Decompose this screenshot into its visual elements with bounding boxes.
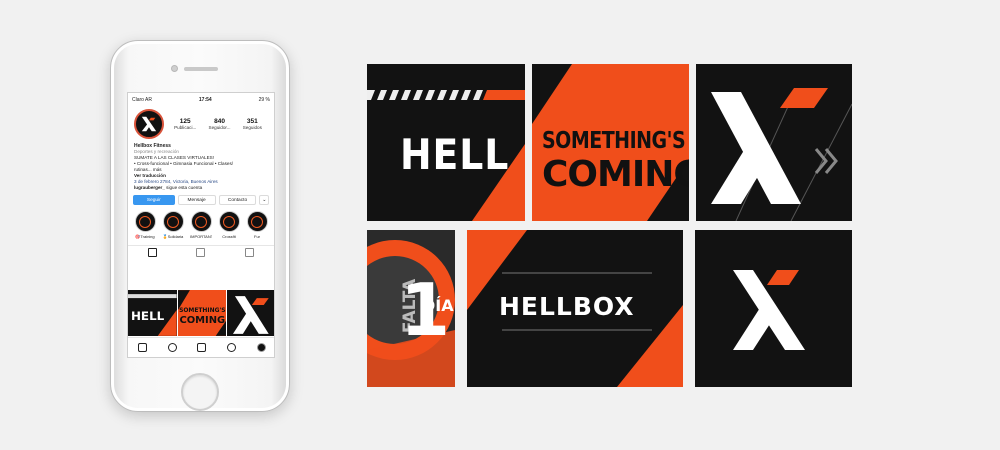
hellbox-x-logo-icon [733,270,805,350]
hell-text: HELL [400,130,510,179]
post-hellbox[interactable]: HELLBOX [467,230,683,387]
stat-label: Publicaci... [174,125,197,130]
highlight-icon [223,215,235,228]
highlight-item[interactable]: 🎯Training [134,211,156,239]
profile-bio: Hellbox Fitness Deportes y recreación SU… [128,140,274,191]
hellbox-x-logo-icon [141,116,157,132]
heart-icon[interactable] [227,343,237,352]
tagged-tab-icon[interactable] [245,248,255,257]
bottom-navigation [128,337,274,357]
status-bar: Claro AR 17:54 29 % [128,95,274,104]
profile-stats: 125 Publicaci... 840 Seguidor... 351 Seg… [168,118,268,130]
grid-something-text: SOMETHING'S [179,307,225,314]
instagram-profile-screen: Claro AR 17:54 29 % 125 Publicaci... 840… [127,92,275,358]
highlight-icon [139,215,151,228]
battery-label: 29 % [258,96,270,103]
highlight-item[interactable]: IMPORTANTE [190,211,212,239]
profile-header: 125 Publicaci... 840 Seguidor... 351 Seg… [128,104,274,140]
speaker-grille [184,67,218,71]
new-post-icon[interactable] [197,343,207,352]
highlight-label: IMPORTANTE [190,234,212,239]
stat-followers[interactable]: 840 Seguidor... [209,118,231,130]
highlight-ring [246,211,268,232]
post-thumbnail: HELL [128,294,177,336]
stat-value: 840 [214,118,225,125]
hellbox-wordmark: HELLBOX [499,292,635,321]
grid-post-hell[interactable]: HELL [128,290,177,336]
highlight-ring [218,211,240,232]
highlight-item[interactable]: 🏅Solidaria [162,211,184,239]
post-hell[interactable]: HELL [367,64,525,221]
highlight-label: 🏅Solidaria [162,234,184,239]
post-x-logo[interactable] [695,230,852,387]
grid-tab-icon[interactable] [147,248,157,257]
stat-label: Seguidos [242,125,262,130]
highlight-label: 🎯Training [135,234,155,239]
highlight-ring [190,211,212,232]
highlight-ring [162,211,184,232]
grid-coming-text: COMING [179,315,225,326]
grid-hell-text: HELL [131,309,165,323]
highlight-ring [134,211,156,232]
grid-post-x[interactable] [227,290,274,336]
message-button[interactable]: Mensaje [177,195,216,205]
hellbox-x-logo-icon [711,88,852,221]
coming-text: COMING [542,154,689,195]
post-falta-1-dia[interactable]: FALTA 1 DÍA [367,230,455,387]
highlight-label: Crossfit [222,234,236,239]
igtv-tab-icon[interactable] [196,248,206,257]
highlight-label: Fur [254,234,260,239]
stat-label: Seguidor... [208,125,231,130]
clock: 17:54 [198,96,212,103]
post-grid: HELL SOMETHING'S COMING [128,290,274,336]
somethings-text: SOMETHING'S [542,127,686,155]
profile-tabs [128,245,274,259]
highlight-icon [195,215,207,228]
suggestions-button[interactable]: ⌄ [259,195,270,205]
post-x-logo-large[interactable] [696,64,852,221]
stat-posts[interactable]: 125 Publicaci... [174,118,196,130]
front-camera [171,65,178,72]
follow-button[interactable]: Seguir [133,195,175,205]
highlight-icon [167,215,179,228]
post-thumbnail [233,296,270,334]
post-thumbnail: SOMETHING'S COMING [177,290,227,336]
highlight-icon [251,215,263,228]
avatar[interactable] [134,109,164,139]
highlight-item[interactable]: Crossfit [218,211,240,239]
stat-following[interactable]: 351 Seguidos [243,118,262,130]
stat-value: 125 [179,118,191,125]
post-somethings-coming[interactable]: SOMETHING'S COMING [532,64,689,221]
followed-by-user[interactable]: lugrauberger_ [134,185,165,190]
followed-by-text: sigue esta cuenta [164,185,203,190]
profile-actions: Seguir Mensaje Contacto ⌄ [128,191,274,205]
story-highlights: 🎯Training 🏅Solidaria IMPORTANTE Crossfit… [128,205,274,239]
contact-button[interactable]: Contacto [218,195,257,205]
grid-post-something[interactable]: SOMETHING'S COMING [177,290,227,336]
highlight-item[interactable]: Fur [246,211,268,239]
home-button[interactable] [181,373,219,411]
dia-text: DÍA [422,296,454,315]
stat-value: 351 [246,118,258,125]
home-icon[interactable] [138,343,148,352]
carrier-label: Claro AR [132,96,153,103]
search-icon[interactable] [167,343,177,352]
profile-avatar-icon[interactable] [256,343,266,352]
